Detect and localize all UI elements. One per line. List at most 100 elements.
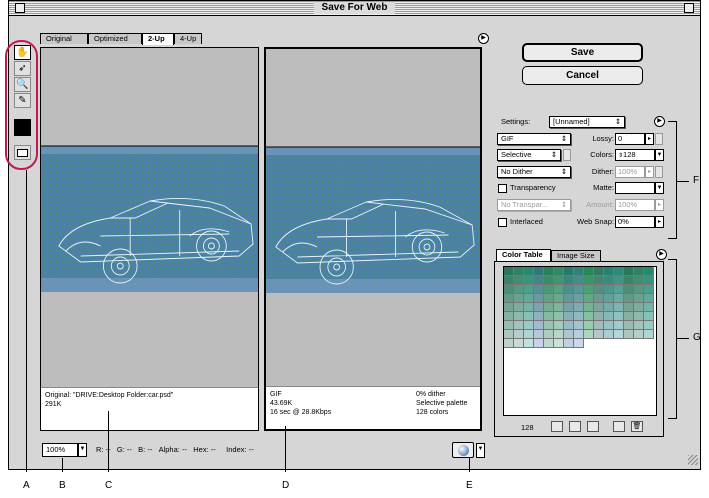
color-swatch[interactable] [624,321,634,330]
color-swatch[interactable] [554,303,564,312]
color-swatch[interactable] [594,330,604,339]
color-swatch[interactable] [564,267,574,276]
color-swatch[interactable] [514,321,524,330]
color-swatch[interactable] [544,267,554,276]
zoom-tool-icon[interactable]: 🔍 [14,77,31,92]
color-table-menu-icon[interactable]: ▶ [656,249,667,260]
optimized-preview-pane[interactable]: GIF 43.69K 16 sec @ 28.8Kbps 0% dither S… [264,47,482,431]
color-swatch[interactable] [524,267,534,276]
color-swatch[interactable] [514,339,524,348]
color-swatch[interactable] [574,285,584,294]
trash-icon[interactable]: 🗑 [631,421,643,432]
color-swatch[interactable] [564,276,574,285]
color-swatch[interactable] [544,276,554,285]
color-swatch[interactable] [624,330,634,339]
color-swatch[interactable] [574,267,584,276]
color-swatch[interactable] [544,330,554,339]
color-swatch[interactable] [544,321,554,330]
color-swatch[interactable] [524,330,534,339]
color-swatch[interactable] [574,339,584,348]
color-swatch[interactable] [634,321,644,330]
color-swatch[interactable] [534,339,544,348]
zoom-level-field[interactable]: 100% [42,443,78,457]
color-swatch[interactable] [564,285,574,294]
matte-dropdown-icon[interactable]: ▼ [655,182,664,194]
color-swatch[interactable] [584,267,594,276]
color-swatch[interactable] [554,285,564,294]
color-swatch[interactable] [534,330,544,339]
color-swatch[interactable] [594,285,604,294]
color-swatch[interactable] [584,312,594,321]
color-swatch[interactable] [604,321,614,330]
color-swatch[interactable] [604,312,614,321]
tab-original[interactable]: Original [40,33,88,44]
color-swatch[interactable] [634,276,644,285]
eyedropper-tool-icon[interactable]: ✎ [14,93,31,108]
color-swatch[interactable] [544,294,554,303]
color-swatch[interactable] [504,285,514,294]
color-swatch[interactable] [564,294,574,303]
color-swatch[interactable] [614,303,624,312]
color-swatch[interactable] [574,294,584,303]
amount-field[interactable]: 100% [615,199,655,211]
color-swatch[interactable] [634,285,644,294]
color-swatch[interactable] [514,276,524,285]
color-swatch[interactable] [644,330,654,339]
color-swatch[interactable] [544,339,554,348]
color-swatch[interactable] [514,285,524,294]
color-swatch[interactable] [514,267,524,276]
dither-slider-arrow-icon[interactable]: ▸ [645,166,654,178]
colors-field[interactable]: ⇕128 [615,149,655,161]
color-swatch[interactable] [614,312,624,321]
original-preview-pane[interactable]: Original: "DRIVE:Desktop Folder:car.psd"… [40,47,259,431]
color-swatch[interactable] [594,267,604,276]
color-swatch[interactable] [504,294,514,303]
color-swatch[interactable] [584,303,594,312]
color-swatch[interactable] [544,303,554,312]
color-swatch[interactable] [524,285,534,294]
color-swatch[interactable] [644,303,654,312]
lossy-field[interactable]: 0 [615,133,645,145]
color-swatch[interactable] [504,330,514,339]
transparency-dither-dropdown[interactable]: No Transpar... ⇕ [497,199,571,211]
color-reduction-dropdown[interactable]: Selective ⇕ [497,149,561,161]
color-swatch[interactable] [524,276,534,285]
color-swatch[interactable] [614,267,624,276]
dither-mask-icon[interactable] [655,166,663,178]
color-swatch[interactable] [644,276,654,285]
color-swatch[interactable] [584,321,594,330]
color-swatch[interactable] [524,321,534,330]
color-swatch[interactable] [584,276,594,285]
color-swatch[interactable] [624,312,634,321]
color-swatch[interactable] [554,276,564,285]
new-color-icon[interactable] [613,421,625,432]
color-swatch[interactable] [504,267,514,276]
transparency-checkbox[interactable] [498,184,507,193]
color-swatch[interactable] [554,330,564,339]
color-swatch[interactable] [564,303,574,312]
cancel-button[interactable]: Cancel [522,66,643,85]
color-swatch[interactable] [644,285,654,294]
color-swatch[interactable] [594,276,604,285]
color-swatch[interactable] [504,276,514,285]
color-swatch[interactable] [634,312,644,321]
color-swatch[interactable] [604,294,614,303]
color-swatch[interactable] [604,267,614,276]
color-swatch[interactable] [524,339,534,348]
color-swatch[interactable] [624,276,634,285]
color-swatch[interactable] [574,303,584,312]
lossy-mask-icon[interactable] [655,133,663,145]
colors-dropdown-icon[interactable]: ▼ [655,149,664,161]
color-swatch[interactable] [644,312,654,321]
amount-slider-arrow-icon[interactable]: ▸ [655,199,664,211]
color-swatch[interactable] [644,321,654,330]
color-swatch[interactable] [534,294,544,303]
color-swatch[interactable] [584,294,594,303]
color-swatch[interactable] [634,294,644,303]
color-swatch[interactable] [534,267,544,276]
tab-image-size[interactable]: Image Size [551,250,601,261]
color-swatch[interactable] [614,321,624,330]
color-swatch[interactable] [604,330,614,339]
collapse-box-icon[interactable] [684,3,694,13]
color-swatch[interactable] [624,303,634,312]
